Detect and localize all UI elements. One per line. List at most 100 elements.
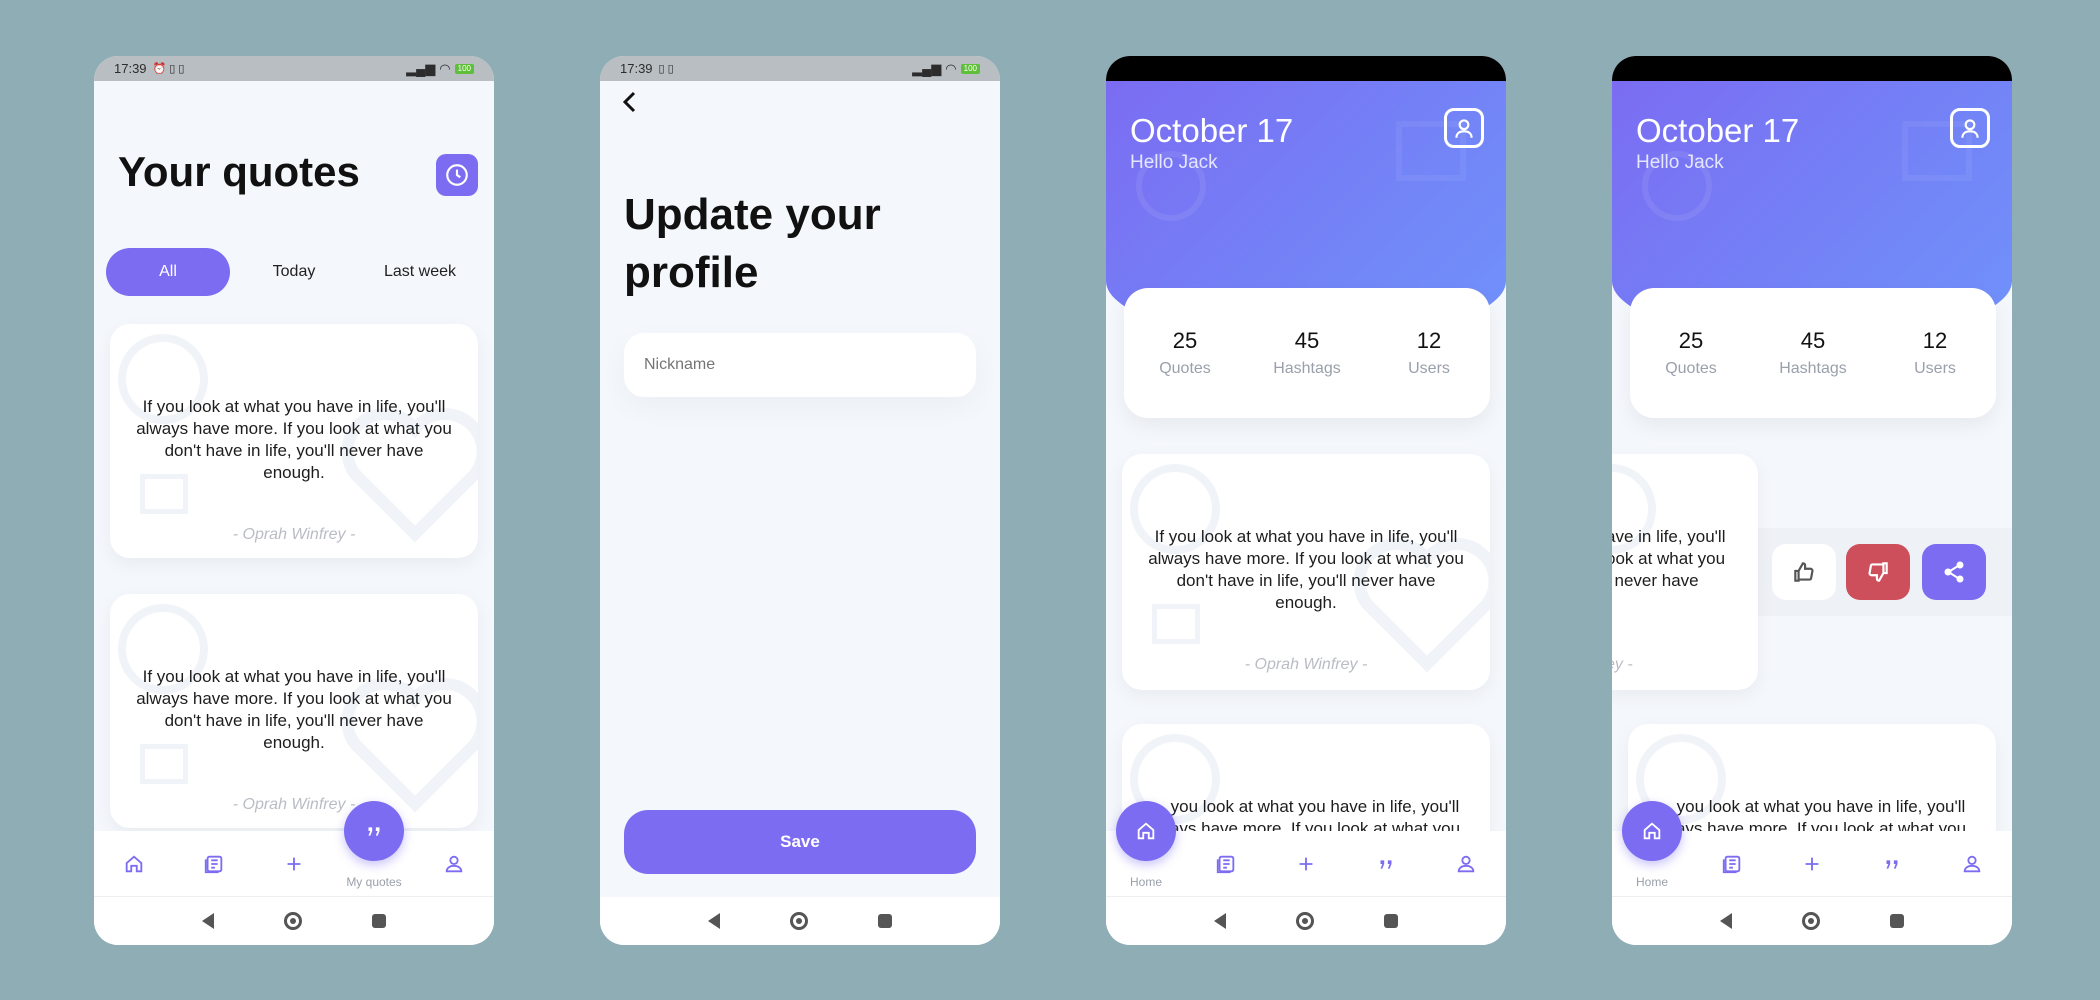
quote-card-swiped[interactable]: ave in life, you'll ook at what you l ne… [1612, 454, 1758, 690]
status-time: 17:39 [114, 61, 147, 76]
nav-add[interactable] [1286, 851, 1326, 877]
recents-system-icon[interactable] [878, 914, 892, 928]
system-nav-bar [1612, 897, 2012, 945]
recents-system-icon[interactable] [1890, 914, 1904, 928]
stat-label: Users [1408, 360, 1450, 377]
nav-label-home: Home [1635, 875, 1668, 889]
quote-card[interactable]: If you look at what you have in life, yo… [110, 324, 478, 558]
quote-text-line: l never have [1612, 571, 1699, 590]
bottom-nav: My quotes [94, 801, 494, 897]
nav-library[interactable] [1206, 851, 1246, 877]
nav-add[interactable] [274, 851, 314, 877]
quote-card[interactable]: If you look at what you have in life, yo… [110, 594, 478, 828]
page-title: Update your profile [624, 190, 881, 297]
status-bar [1612, 56, 2012, 81]
signal-icon: ▂▄▆ [912, 60, 942, 76]
share-button[interactable] [1922, 544, 1986, 600]
nav-add[interactable] [1792, 851, 1832, 877]
profile-button[interactable] [1950, 108, 1990, 148]
share-icon [1944, 561, 1964, 583]
status-bar: 17:39 ⏰ ▯ ▯ ▂▄▆ ◠ 100 [94, 56, 494, 81]
nickname-input[interactable] [624, 333, 976, 397]
system-nav-bar [600, 897, 1000, 945]
wifi-icon: ◠ [439, 60, 451, 76]
stat-hashtags: 45 Hashtags [1763, 328, 1863, 378]
nav-profile[interactable] [434, 851, 474, 877]
status-bar: 17:39 ▯ ▯ ▂▄▆ ◠ 100 [600, 56, 1000, 81]
nav-profile[interactable] [1446, 851, 1486, 877]
stat-users: 12 Users [1885, 328, 1985, 378]
recents-system-icon[interactable] [372, 914, 386, 928]
stat-quotes: 25 Quotes [1135, 328, 1235, 378]
home-system-icon[interactable] [1296, 912, 1314, 930]
save-button[interactable]: Save [624, 810, 976, 874]
nav-library[interactable] [194, 851, 234, 877]
nav-my-quotes[interactable] [1872, 851, 1912, 877]
nav-library[interactable] [1712, 851, 1752, 877]
stat-value: 12 [1416, 328, 1442, 353]
stat-label: Hashtags [1779, 360, 1847, 377]
nav-home-fab[interactable] [1622, 801, 1682, 861]
nav-my-quotes-fab[interactable] [344, 801, 404, 861]
nav-home[interactable] [114, 851, 154, 877]
stat-value: 45 [1294, 328, 1320, 353]
like-button[interactable] [1772, 544, 1836, 600]
quote-icon [368, 827, 380, 836]
home-icon [125, 855, 143, 873]
tab-today[interactable]: Today [232, 248, 356, 296]
quote-text: you look at what you have in life, you'l… [1170, 797, 1460, 816]
book-icon [1722, 855, 1741, 874]
greeting: Hello Jack [1636, 152, 1724, 173]
page-title: Your quotes [118, 148, 360, 195]
status-bar [1106, 56, 1506, 81]
profile-button[interactable] [1444, 108, 1484, 148]
greeting: Hello Jack [1130, 152, 1218, 173]
stat-value: 45 [1800, 328, 1826, 353]
battery-icon: 100 [960, 63, 980, 74]
home-system-icon[interactable] [790, 912, 808, 930]
history-button[interactable] [436, 154, 478, 196]
quote-author: - Oprah Winfrey - [1244, 656, 1368, 673]
back-system-icon[interactable] [1720, 913, 1732, 929]
wifi-icon: ◠ [945, 60, 957, 76]
plus-icon [1805, 857, 1819, 871]
stat-users: 12 Users [1379, 328, 1479, 378]
phone-your-quotes: 17:39 ⏰ ▯ ▯ ▂▄▆ ◠ 100 Your quotes All Toda… [94, 56, 494, 945]
back-arrow-icon[interactable] [620, 90, 640, 114]
bottom-nav: Home [1106, 801, 1506, 897]
stat-quotes: 25 Quotes [1641, 328, 1741, 378]
plus-icon [287, 857, 301, 871]
quote-text: If you look at what you have in life, yo… [136, 667, 452, 752]
nav-home-fab[interactable] [1116, 801, 1176, 861]
battery-icon: 100 [454, 63, 474, 74]
tab-all[interactable]: All [106, 248, 230, 296]
stat-value: 25 [1678, 328, 1704, 353]
dislike-button[interactable] [1846, 544, 1910, 600]
phone-home-swipe: October 17 Hello Jack 25 Quotes 45 Hashtag… [1612, 56, 2012, 945]
nav-profile[interactable] [1952, 851, 1992, 877]
tab-last-week[interactable]: Last week [356, 248, 484, 296]
quote-text-line: ook at what you [1612, 549, 1726, 568]
system-nav-bar [94, 897, 494, 945]
user-icon [1961, 119, 1979, 138]
stat-value: 12 [1922, 328, 1948, 353]
phone-update-profile: 17:39 ▯ ▯ ▂▄▆◠100 Update your profile Sa… [600, 56, 1000, 945]
plus-icon [1299, 857, 1313, 871]
quote-card[interactable]: If you look at what you have in life, yo… [1122, 454, 1490, 690]
back-system-icon[interactable] [202, 913, 214, 929]
back-system-icon[interactable] [1214, 913, 1226, 929]
date-title: October 17 [1130, 112, 1294, 149]
book-icon [1216, 855, 1235, 874]
stat-label: Hashtags [1273, 360, 1341, 377]
nav-my-quotes[interactable] [1366, 851, 1406, 877]
recents-system-icon[interactable] [1384, 914, 1398, 928]
home-icon [1643, 822, 1661, 840]
phone-home: October 17 Hello Jack 25 Quotes 45 Hashtag… [1106, 56, 1506, 945]
home-system-icon[interactable] [1802, 912, 1820, 930]
stat-value: 25 [1172, 328, 1198, 353]
back-system-icon[interactable] [708, 913, 720, 929]
home-system-icon[interactable] [284, 912, 302, 930]
user-icon [1457, 855, 1475, 873]
quote-text: If you look at what you have in life, yo… [1148, 527, 1464, 612]
book-icon [204, 855, 223, 874]
